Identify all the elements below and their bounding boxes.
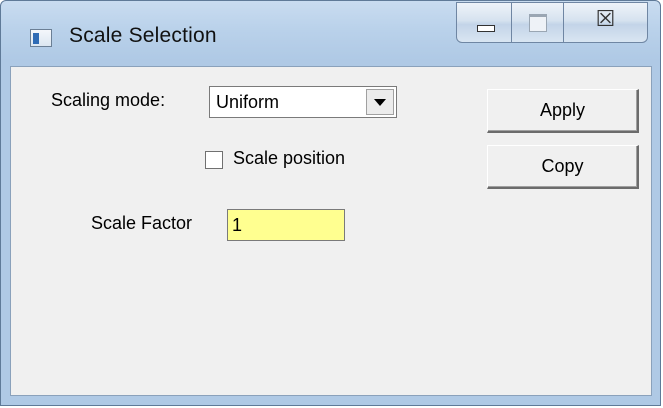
window-title: Scale Selection bbox=[69, 24, 217, 47]
apply-button[interactable]: Apply bbox=[487, 89, 639, 133]
dialog-client-area: Scaling mode: Uniform Apply Copy Scale p… bbox=[10, 66, 652, 396]
minimize-icon bbox=[477, 25, 495, 32]
copy-button[interactable]: Copy bbox=[487, 145, 639, 189]
close-icon: ☒ bbox=[595, 7, 616, 32]
close-button[interactable]: ☒ bbox=[564, 2, 648, 43]
minimize-button[interactable] bbox=[456, 2, 512, 43]
maximize-button[interactable] bbox=[512, 2, 564, 43]
scale-factor-input[interactable] bbox=[227, 209, 345, 241]
scaling-mode-value: Uniform bbox=[216, 92, 280, 112]
scale-factor-label: Scale Factor bbox=[91, 213, 193, 233]
title-bar[interactable]: Scale Selection ☒ bbox=[1, 1, 660, 59]
caption-buttons: ☒ bbox=[456, 2, 649, 45]
scale-position-checkbox[interactable] bbox=[205, 151, 223, 169]
scaling-mode-label: Scaling mode: bbox=[51, 90, 166, 110]
app-window-icon bbox=[30, 29, 52, 47]
dialog-window: Scale Selection ☒ Scaling mode: Uniform … bbox=[0, 0, 661, 406]
maximize-icon bbox=[529, 14, 547, 32]
scale-position-label[interactable]: Scale position bbox=[233, 148, 345, 169]
chevron-down-icon[interactable] bbox=[366, 89, 394, 115]
scaling-mode-select[interactable]: Uniform bbox=[209, 86, 397, 118]
